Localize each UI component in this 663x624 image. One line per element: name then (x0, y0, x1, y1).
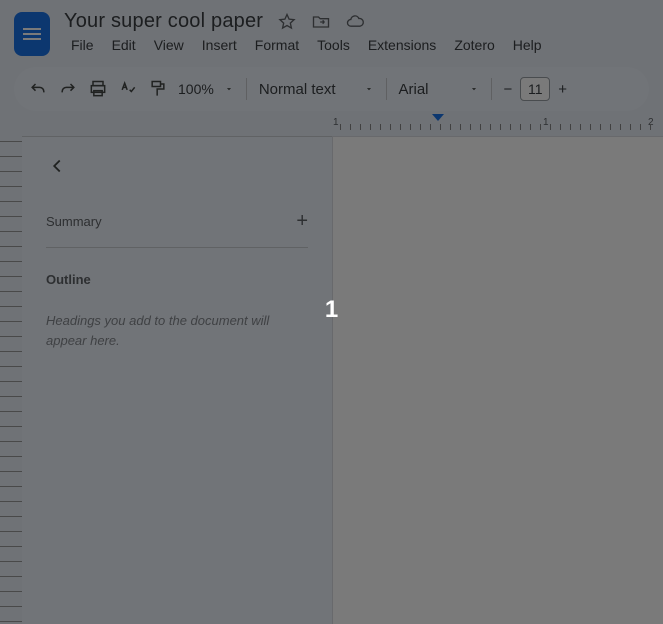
page-number-hud: 1 (325, 296, 338, 324)
